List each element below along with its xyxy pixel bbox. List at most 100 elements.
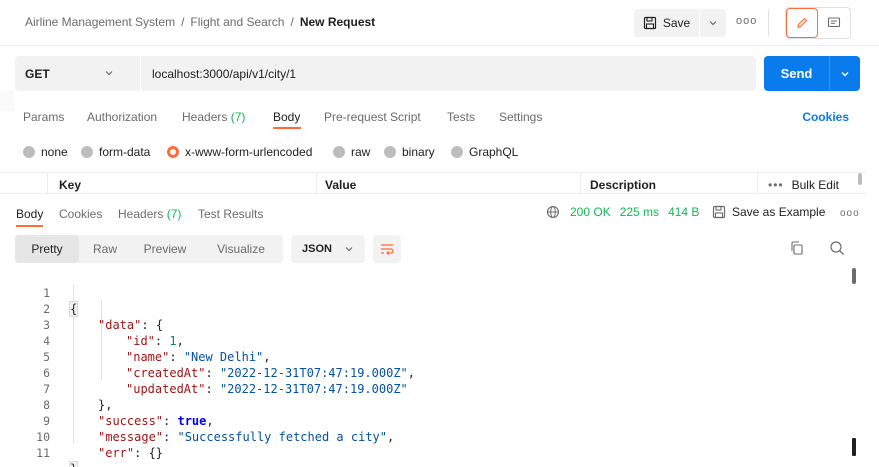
json-key: "err"	[98, 446, 135, 460]
response-size[interactable]: 414 B	[668, 205, 699, 219]
radio-label: form-data	[99, 145, 151, 159]
column-divider	[316, 173, 317, 194]
tab-headers[interactable]: Headers (7)	[182, 110, 245, 124]
breadcrumb-workspace[interactable]: Airline Management System	[25, 15, 175, 29]
radio-circle	[333, 146, 345, 158]
column-divider	[757, 173, 758, 194]
code-line: 5 "createdAt": "2022-12-31T07:47:19.000Z…	[0, 333, 850, 380]
editor-scrollbar-thumb[interactable]	[852, 268, 856, 284]
breadcrumb-current[interactable]: New Request	[300, 15, 375, 29]
tab-headers-count: (7)	[230, 110, 246, 124]
response-tabs: Body Cookies Headers (7) Test Results 20…	[0, 200, 879, 230]
url-input[interactable]: localhost:3000/api/v1/city/1	[152, 67, 296, 81]
save-as-example-button[interactable]: Save as Example	[712, 205, 825, 219]
response-more-button[interactable]: ooo	[840, 208, 860, 219]
wrap-lines-button[interactable]	[373, 235, 401, 263]
comment-icon	[827, 17, 841, 28]
scrollbar-thumb[interactable]	[858, 173, 862, 185]
chevron-down-icon	[709, 21, 717, 26]
chevron-down-icon	[841, 71, 849, 76]
documentation-mode-button[interactable]	[818, 8, 850, 38]
response-tab-headers-count: (7)	[166, 207, 182, 221]
column-description: Description	[590, 178, 657, 192]
radio-x-www-form-urlencoded[interactable]: x-www-form-urlencoded	[167, 145, 312, 159]
code-line: 11 }	[0, 429, 850, 467]
code-line: 10 "err": {}	[0, 413, 850, 460]
radio-none[interactable]: none	[23, 145, 68, 159]
chevron-down-icon	[345, 247, 353, 252]
save-button[interactable]: Save	[634, 9, 700, 37]
tab-body[interactable]: Body	[273, 110, 300, 124]
code-line: 8 "success": true,	[0, 381, 850, 428]
radio-circle	[384, 146, 396, 158]
response-tab-test-results[interactable]: Test Results	[198, 207, 263, 221]
column-divider	[47, 173, 48, 194]
status-code[interactable]: 200 OK	[570, 205, 611, 219]
floppy-disk-icon	[643, 16, 656, 30]
tab-authorization[interactable]: Authorization	[87, 110, 157, 124]
tab-settings[interactable]: Settings	[499, 110, 542, 124]
chevron-down-icon[interactable]	[103, 67, 115, 79]
response-tab-cookies[interactable]: Cookies	[59, 207, 102, 221]
json-brace: }	[68, 461, 79, 467]
line-number: 11	[36, 446, 50, 460]
request-tabs: Params Authorization Headers (7) Body Pr…	[0, 100, 879, 132]
radio-circle	[23, 146, 35, 158]
pencil-icon	[797, 17, 808, 28]
save-options-dropdown[interactable]	[700, 9, 726, 37]
cookies-link[interactable]: Cookies	[802, 110, 849, 124]
column-divider	[580, 173, 581, 194]
url-bar: GET localhost:3000/api/v1/city/1	[15, 56, 756, 91]
response-meta: 200 OK 225 ms 414 B	[546, 205, 699, 219]
more-icon: •••	[768, 178, 784, 192]
format-pretty[interactable]: Pretty	[15, 235, 79, 263]
globe-icon[interactable]	[546, 205, 560, 219]
search-icon[interactable]	[829, 240, 845, 256]
response-body-editor[interactable]: 1 { 2 "data": { 3 "id": 1, 4 "name": "Ne…	[0, 268, 879, 467]
floppy-disk-icon	[712, 205, 726, 219]
format-raw[interactable]: Raw	[81, 235, 129, 263]
editor-scrollbar-end[interactable]	[852, 438, 856, 456]
bulk-edit-button[interactable]: ••• Bulk Edit	[768, 178, 839, 192]
save-button-group: Save	[634, 9, 726, 37]
format-visualize[interactable]: Visualize	[203, 235, 279, 263]
code-line: 1 {	[0, 269, 850, 317]
radio-label: none	[41, 145, 68, 159]
edit-mode-button[interactable]	[786, 8, 818, 38]
language-select[interactable]: JSON	[291, 235, 365, 263]
radio-label: GraphQL	[469, 145, 519, 159]
code-line: 7 },	[0, 365, 850, 412]
tab-tests[interactable]: Tests	[447, 110, 475, 124]
view-mode-toggle	[785, 7, 851, 39]
breadcrumb-collection[interactable]: Flight and Search	[190, 15, 284, 29]
response-time[interactable]: 225 ms	[620, 205, 659, 219]
radio-raw[interactable]: raw	[333, 145, 370, 159]
response-tab-body[interactable]: Body	[16, 207, 43, 221]
divider	[140, 56, 141, 91]
radio-binary[interactable]: binary	[384, 145, 435, 159]
format-preview[interactable]: Preview	[133, 235, 197, 263]
radio-circle	[81, 146, 93, 158]
breadcrumb-separator: /	[181, 15, 185, 29]
send-button[interactable]: Send	[764, 56, 830, 91]
send-options-dropdown[interactable]	[830, 56, 860, 91]
wrap-lines-icon	[381, 244, 394, 256]
code-content: }	[68, 461, 79, 467]
code-content: "err": {}	[98, 446, 164, 460]
http-method-select[interactable]: GET	[25, 67, 50, 81]
radio-label: raw	[351, 145, 371, 159]
copy-icon[interactable]	[789, 240, 805, 256]
radio-circle	[451, 146, 463, 158]
active-tab-indicator	[16, 225, 43, 227]
radio-form-data[interactable]: form-data	[81, 145, 150, 159]
body-type-selector: none form-data x-www-form-urlencoded raw…	[0, 140, 879, 162]
tab-params[interactable]: Params	[23, 110, 64, 124]
radio-graphql[interactable]: GraphQL	[451, 145, 518, 159]
more-actions-button[interactable]: ooo	[736, 15, 757, 27]
code-line: 6 "updatedAt": "2022-12-31T07:47:19.000Z…	[0, 349, 850, 396]
breadcrumb: Airline Management System / Flight and Sea…	[25, 15, 375, 29]
tab-headers-label: Headers	[182, 110, 228, 124]
code-line: 2 "data": {	[0, 285, 850, 332]
tab-pre-request-script[interactable]: Pre-request Script	[324, 110, 421, 124]
response-tab-headers[interactable]: Headers (7)	[118, 207, 181, 221]
